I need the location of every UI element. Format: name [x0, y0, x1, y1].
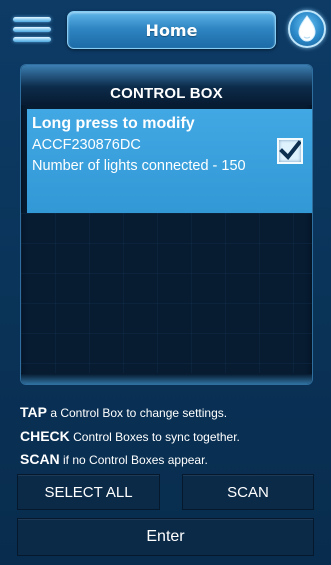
instruction-text: Control Boxes to sync together.	[73, 430, 240, 444]
enter-button[interactable]: Enter	[17, 518, 314, 556]
app-header: Home	[0, 0, 331, 58]
instruction-keyword: CHECK	[20, 428, 70, 444]
instruction-tap: TAP a Control Box to change settings.	[20, 404, 227, 420]
long-press-hint: Long press to modify	[32, 115, 195, 132]
hamburger-menu-icon[interactable]	[9, 10, 55, 50]
light-bulb-icon[interactable]	[288, 10, 326, 48]
control-box-list-item[interactable]: Long press to modify ACCF230876DC Number…	[27, 109, 312, 213]
control-box-panel: CONTROL BOX Long press to modify ACCF230…	[20, 64, 313, 385]
page-title-label: Home	[145, 20, 198, 40]
sync-checkbox[interactable]	[277, 138, 303, 164]
control-box-id: ACCF230876DC	[32, 137, 141, 153]
instruction-keyword: TAP	[20, 404, 47, 420]
instruction-text: a Control Box to change settings.	[50, 406, 228, 420]
lights-connected-count: Number of lights connected - 150	[32, 158, 246, 174]
instruction-check: CHECK Control Boxes to sync together.	[20, 428, 240, 444]
panel-title: CONTROL BOX	[110, 85, 223, 102]
instruction-scan: SCAN if no Control Boxes appear.	[20, 451, 208, 467]
scan-button[interactable]: SCAN	[182, 474, 314, 510]
select-all-button[interactable]: SELECT ALL	[17, 474, 160, 510]
instruction-text: if no Control Boxes appear.	[63, 453, 208, 467]
instruction-keyword: SCAN	[20, 451, 60, 467]
page-title: Home	[67, 11, 276, 49]
checkmark-icon	[279, 140, 302, 161]
